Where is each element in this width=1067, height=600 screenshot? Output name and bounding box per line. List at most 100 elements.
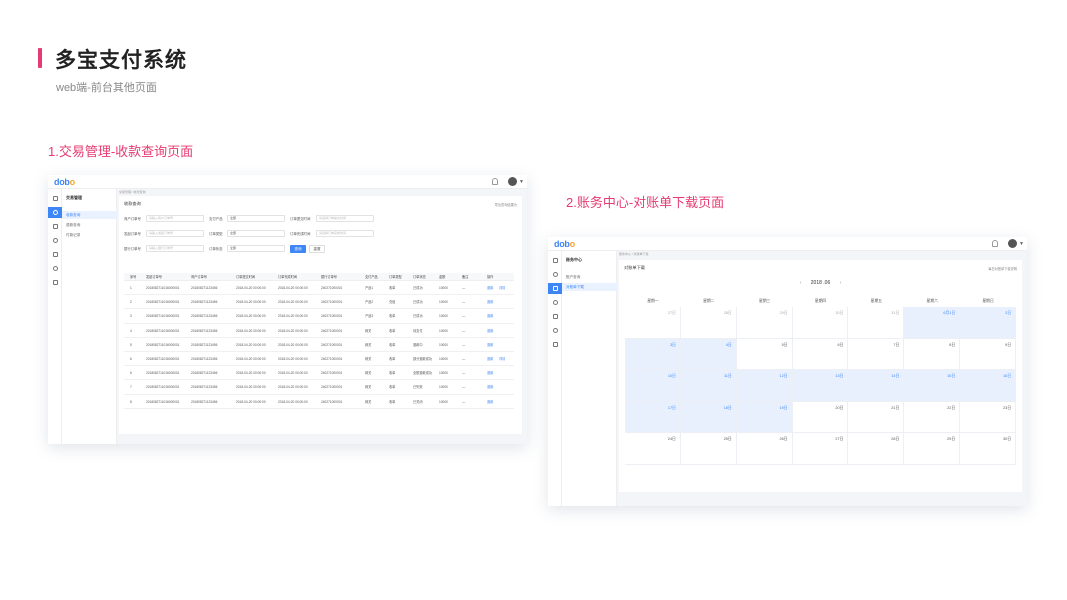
calendar-day[interactable]: 27日	[625, 307, 681, 339]
table-cell: 201808271123456	[191, 356, 218, 361]
calendar-day[interactable]: 28日	[680, 307, 737, 339]
calendar-day[interactable]: 2日	[960, 307, 1017, 339]
calendar-day[interactable]: 7日	[848, 338, 905, 370]
sidebar-item-settings[interactable]	[548, 311, 562, 322]
calendar-day[interactable]: 23日	[960, 401, 1017, 433]
calendar-day[interactable]: 15日	[904, 370, 961, 402]
sidebar-item-home[interactable]	[48, 193, 62, 204]
sidebar-item-shield[interactable]	[548, 325, 562, 336]
main-content: 交易管理 / 收款查询 收款查询 导出查询结果为 商户订单号 请输入商户订单号 …	[117, 189, 527, 444]
calendar-day[interactable]: 28日	[848, 433, 905, 465]
calendar-day[interactable]: 8日	[904, 338, 961, 370]
refund-link[interactable]: 退款	[487, 309, 493, 323]
calendar-day[interactable]: 3日	[625, 338, 681, 370]
refund-link[interactable]: 退款	[487, 395, 493, 409]
calendar-day[interactable]: 30日	[792, 307, 849, 339]
complete-time-input[interactable]: 请选择订单完成时间	[316, 230, 374, 237]
subnav-item-receipt-query[interactable]: 收款查询	[62, 211, 117, 219]
calendar-day[interactable]: 17日	[625, 401, 681, 433]
sidebar-item-transaction[interactable]	[548, 269, 562, 280]
subnav-item-payment-records[interactable]: 付款记录	[62, 231, 117, 239]
chevron-down-icon[interactable]: ▼	[1019, 241, 1024, 247]
calendar-day[interactable]: 22日	[904, 401, 961, 433]
export-link[interactable]: 导出查询结果为	[495, 202, 517, 207]
calendar-day[interactable]: 12日	[736, 370, 793, 402]
day-label: 26日	[779, 437, 788, 441]
refund-link[interactable]: 退款	[487, 352, 493, 366]
calendar-day[interactable]: 18日	[680, 401, 737, 433]
sidebar-item-share[interactable]	[548, 339, 562, 350]
bell-icon[interactable]	[992, 240, 998, 247]
calendar-day[interactable]: 5日	[736, 338, 793, 370]
calendar-day[interactable]: 30日	[960, 433, 1017, 465]
sidebar-item-home[interactable]	[548, 255, 562, 266]
subnav-item-account-query[interactable]: 账户查询	[562, 273, 617, 281]
sidebar-item-user[interactable]	[48, 235, 62, 246]
calendar-day[interactable]: 9日	[960, 338, 1017, 370]
table-cell: —	[462, 300, 466, 305]
calendar-day[interactable]: 31日	[848, 307, 905, 339]
bell-icon[interactable]	[492, 178, 498, 185]
bank-order-input[interactable]: 请输入银行订单号	[146, 245, 204, 252]
calendar-day[interactable]: 24日	[625, 433, 681, 465]
refund-link[interactable]: 退款	[487, 281, 493, 295]
calendar-day[interactable]: 6月1日	[904, 307, 961, 339]
download-instructions-link[interactable]: 每日对账单下载说明	[988, 266, 1017, 271]
reset-button[interactable]: 重置	[309, 245, 325, 253]
chevron-down-icon[interactable]: ▼	[519, 179, 524, 185]
calendar-day[interactable]: 16日	[960, 370, 1017, 402]
column-header: 支付产品	[365, 275, 378, 279]
table-cell: 201808271123456	[191, 371, 218, 376]
column-header: 订单类型	[389, 275, 402, 279]
next-month-button[interactable]: ›	[840, 280, 842, 286]
subnav-item-statement-download[interactable]: 对账单下载	[562, 283, 617, 291]
order-type-select[interactable]: 全部	[227, 230, 285, 237]
calendar-day[interactable]: 20日	[792, 401, 849, 433]
calendar-card: 对账单下载 每日对账单下载说明 ‹ 2018 .06 › 星期一 星期二 星期三 星期…	[619, 260, 1022, 492]
refund-link[interactable]: 退款	[487, 380, 493, 394]
order-status-select[interactable]: 全部	[227, 245, 285, 252]
calendar-day[interactable]: 19日	[736, 401, 793, 433]
sidebar-item-file[interactable]	[48, 221, 62, 232]
calendar-day[interactable]: 27日	[792, 433, 849, 465]
refund-link[interactable]: 退款	[487, 338, 493, 352]
sidebar-item-file[interactable]	[548, 283, 562, 294]
calendar-day[interactable]: 13日	[792, 370, 849, 402]
subnav-item-refund-query[interactable]: 退款查询	[62, 221, 117, 229]
search-button[interactable]: 查询	[290, 245, 306, 253]
calendar-day[interactable]: 29日	[736, 307, 793, 339]
calendar-day[interactable]: 25日	[680, 433, 737, 465]
sidebar-item-transaction[interactable]	[48, 207, 62, 218]
sidebar-item-shield[interactable]	[48, 263, 62, 274]
sidebar-item-share[interactable]	[48, 277, 62, 288]
table-cell: 2018-04-20 00:00:00	[236, 356, 266, 361]
refund-link[interactable]: 退款	[487, 324, 493, 338]
prev-month-button[interactable]: ‹	[800, 280, 802, 286]
calendar-day[interactable]: 14日	[848, 370, 905, 402]
calendar-day[interactable]: 29日	[904, 433, 961, 465]
submit-time-input[interactable]: 请选择订单提交时间	[316, 215, 374, 222]
avatar[interactable]	[1008, 239, 1017, 248]
transaction-icon	[552, 272, 558, 277]
settings-icon	[52, 252, 58, 257]
calendar-day[interactable]: 10日	[625, 370, 681, 402]
shield-icon	[552, 328, 558, 333]
avatar[interactable]	[508, 177, 517, 186]
calendar-day[interactable]: 26日	[736, 433, 793, 465]
detail-link[interactable]: 详情	[499, 281, 505, 295]
merchant-order-input[interactable]: 请输入商户订单号	[146, 215, 204, 222]
calendar-day[interactable]: 11日	[680, 370, 737, 402]
refund-link[interactable]: 退款	[487, 366, 493, 380]
sidebar-item-user[interactable]	[548, 297, 562, 308]
sidebar-item-settings[interactable]	[48, 249, 62, 260]
day-label: 22日	[947, 405, 956, 410]
calendar-day[interactable]: 21日	[848, 401, 905, 433]
table-cell: 201808271123456	[191, 399, 218, 404]
pay-product-select[interactable]: 全部	[227, 215, 285, 222]
initiate-order-input[interactable]: 请输入发起订单号	[146, 230, 204, 237]
table-cell: 201808271123456	[191, 385, 218, 390]
refund-link[interactable]: 退款	[487, 295, 493, 309]
calendar-day[interactable]: 6日	[792, 338, 849, 370]
detail-link[interactable]: 详情	[499, 352, 505, 366]
calendar-day[interactable]: 4日	[680, 338, 737, 370]
